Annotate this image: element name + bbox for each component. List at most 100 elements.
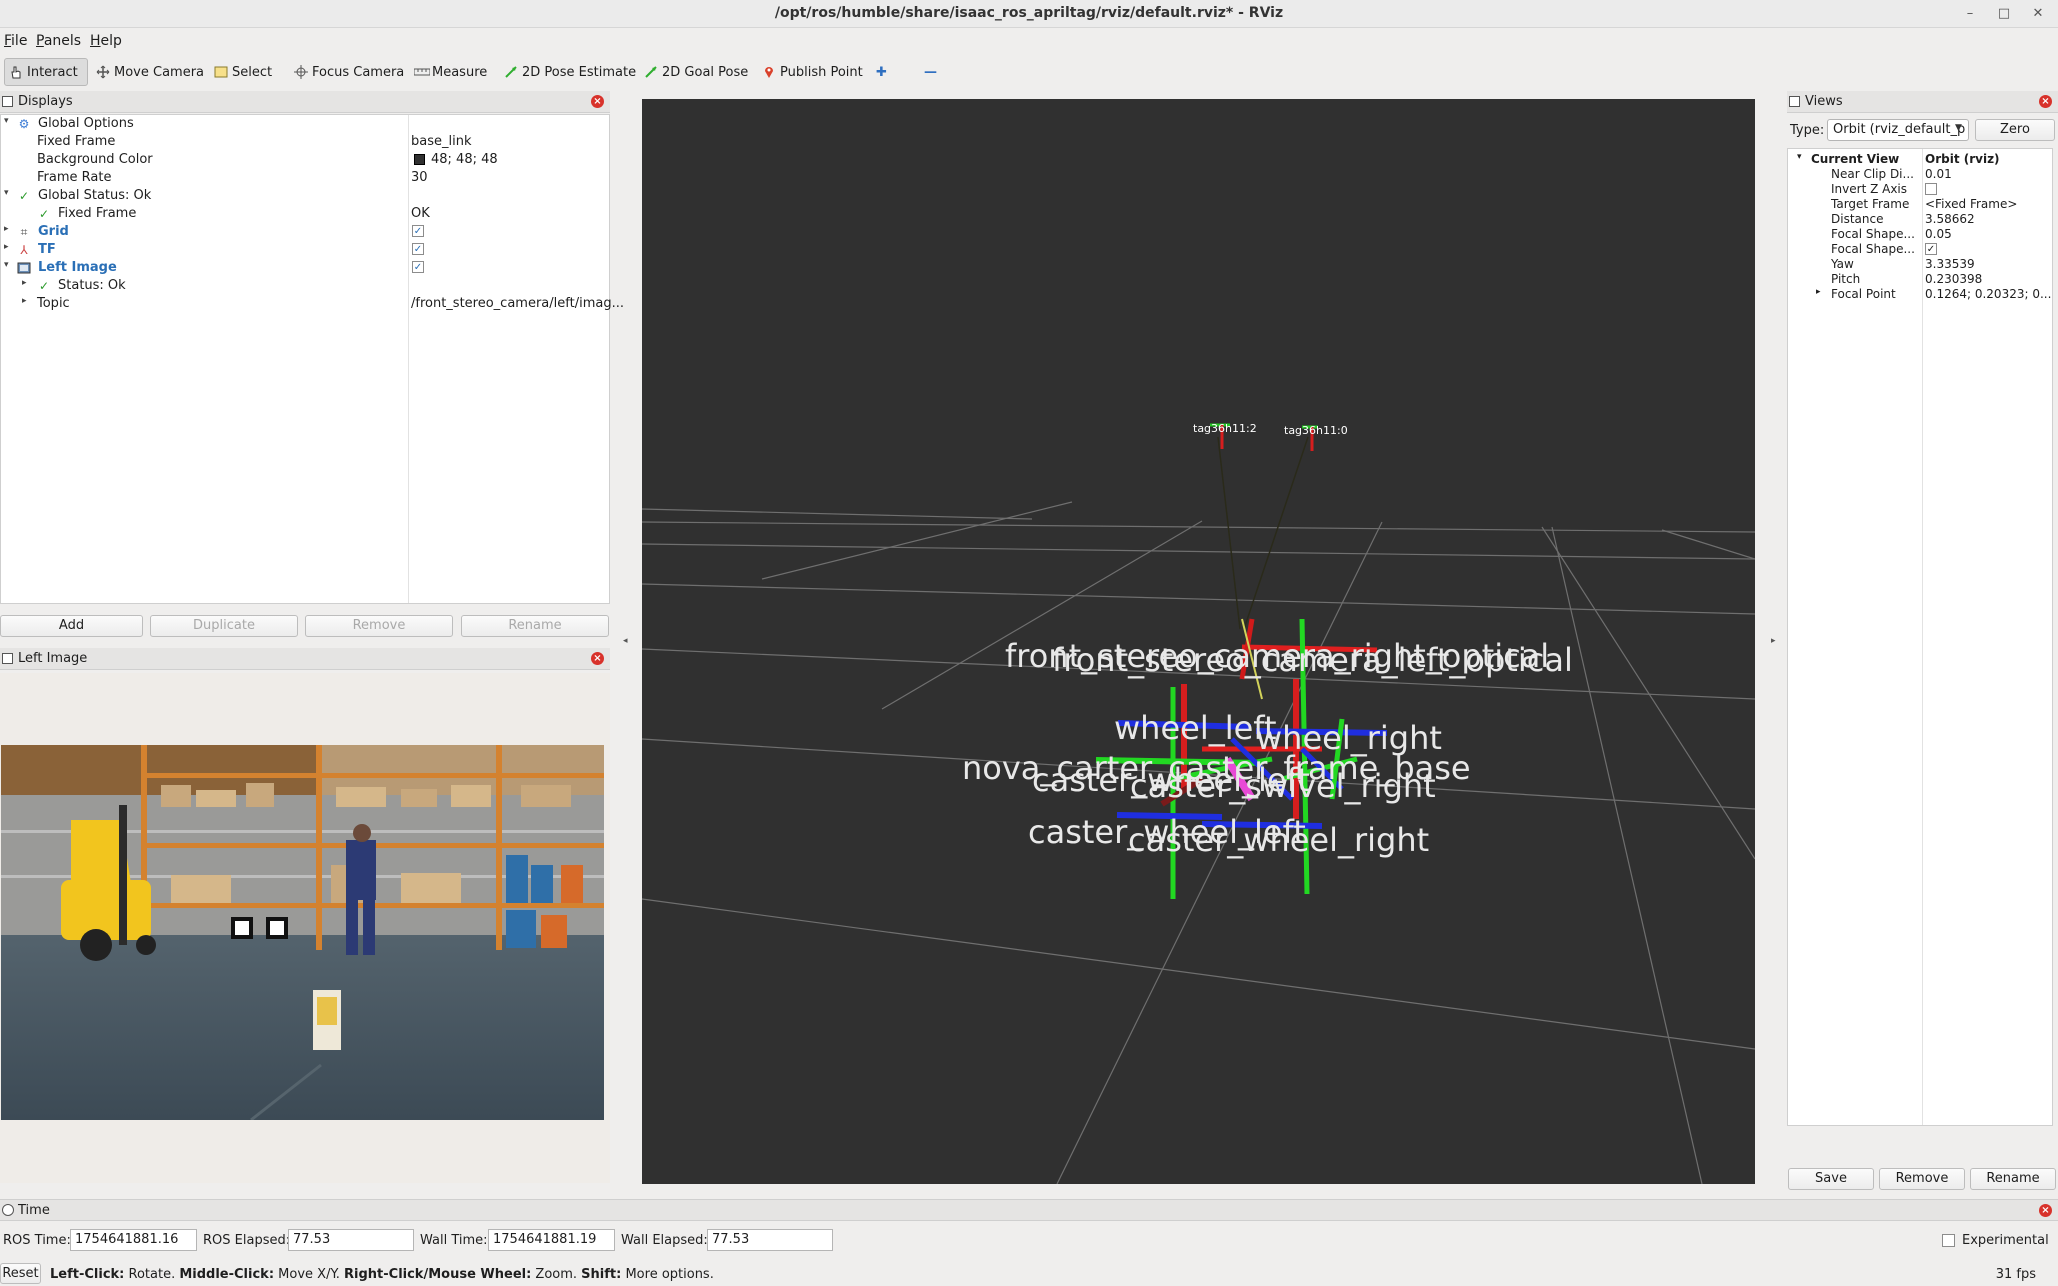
view-type-combo[interactable]: Orbit (rviz_default_p: [1827, 119, 1969, 141]
fixed-frame-value[interactable]: base_link: [411, 134, 471, 149]
status-fixed-frame-key: Fixed Frame: [58, 206, 137, 221]
collapsed-arrow-icon[interactable]: ▸: [22, 296, 27, 306]
wall-elapsed-field[interactable]: 77.53: [707, 1229, 833, 1251]
tag-label: tag36h11:0: [1284, 424, 1348, 437]
save-view-button[interactable]: Save: [1788, 1168, 1874, 1190]
close-panel-icon[interactable]: ×: [591, 95, 604, 108]
focal-shape-checkbox[interactable]: ✓: [1925, 243, 1937, 255]
measure-tool[interactable]: Measure: [410, 58, 491, 86]
close-window-button[interactable]: ✕: [2028, 4, 2048, 24]
tree-row-status-fixed-frame[interactable]: ✓ Fixed Frame OK: [1, 205, 609, 223]
color-swatch[interactable]: [414, 154, 425, 165]
view-prop-value[interactable]: <Fixed Frame>: [1925, 197, 2017, 211]
rename-display-button[interactable]: Rename: [461, 615, 609, 637]
experimental-checkbox[interactable]: [1942, 1234, 1955, 1247]
publish-point-tool[interactable]: Publish Point: [758, 58, 867, 86]
topic-value[interactable]: /front_stereo_camera/left/imag...: [411, 296, 624, 311]
view-prop-value[interactable]: 0.01: [1925, 167, 1952, 181]
expanded-arrow-icon[interactable]: ▾: [4, 260, 9, 270]
frame-label: caster_swivel_right: [1130, 767, 1436, 805]
tree-row-left-image[interactable]: ▾ Left Image ✓: [1, 259, 609, 277]
tree-row-tf[interactable]: ▸ ⅄ TF ✓: [1, 241, 609, 259]
view-prop-value[interactable]: 0.230398: [1925, 272, 1982, 286]
add-display-button[interactable]: Add: [0, 615, 143, 637]
frame-rate-value[interactable]: 30: [411, 170, 428, 185]
focus-camera-tool[interactable]: Focus Camera: [290, 58, 408, 86]
remove-view-button[interactable]: Remove: [1879, 1168, 1965, 1190]
view-prop-row[interactable]: ▸ Focal Point 0.1264; 0.20323; 0...: [1788, 287, 2052, 302]
left-image-enabled-checkbox[interactable]: ✓: [412, 261, 424, 273]
tree-row-frame-rate[interactable]: Frame Rate 30: [1, 169, 609, 187]
expanded-arrow-icon[interactable]: ▾: [4, 116, 9, 126]
image-panel-title: Left Image: [18, 651, 88, 666]
view-prop-row[interactable]: Target Frame <Fixed Frame>: [1788, 197, 2052, 212]
move-camera-tool[interactable]: Move Camera: [92, 58, 208, 86]
ros-elapsed-field[interactable]: 77.53: [288, 1229, 414, 1251]
collapse-right-arrow-icon[interactable]: ▸: [1771, 636, 1776, 646]
remove-tool-button[interactable]: —: [920, 58, 941, 86]
view-prop-key: Distance: [1831, 212, 1884, 226]
collapsed-arrow-icon[interactable]: ▸: [1816, 287, 1821, 297]
add-tool-button[interactable]: ✚: [872, 58, 891, 86]
current-view-row[interactable]: ▾ Current View Orbit (rviz): [1788, 152, 2052, 167]
view-prop-row[interactable]: Yaw 3.33539: [1788, 257, 2052, 272]
view-prop-key: Invert Z Axis: [1831, 182, 1908, 196]
menu-file[interactable]: File: [4, 33, 27, 49]
view-prop-key: Yaw: [1831, 257, 1854, 271]
menu-panels[interactable]: Panels: [36, 33, 81, 49]
view-prop-row[interactable]: Focal Shape... ✓: [1788, 242, 2052, 257]
view-prop-value[interactable]: 3.33539: [1925, 257, 1975, 271]
view-prop-row[interactable]: Invert Z Axis: [1788, 182, 2052, 197]
collapsed-arrow-icon[interactable]: ▸: [4, 224, 9, 234]
window-titlebar: /opt/ros/humble/share/isaac_ros_apriltag…: [0, 0, 2058, 28]
view-prop-row[interactable]: Near Clip Di... 0.01: [1788, 167, 2052, 182]
view-prop-row[interactable]: Pitch 0.230398: [1788, 272, 2052, 287]
maximize-button[interactable]: □: [1994, 4, 2014, 24]
tree-row-background-color[interactable]: Background Color 48; 48; 48: [1, 151, 609, 169]
wall-time-field[interactable]: 1754641881.19: [488, 1229, 615, 1251]
3d-scene[interactable]: tag36h11:2 tag36h11:0 front_stereo_camer…: [642, 99, 1755, 1184]
check-icon: ✓: [18, 189, 30, 203]
expanded-arrow-icon[interactable]: ▾: [1797, 152, 1802, 162]
invert-z-checkbox[interactable]: [1925, 183, 1937, 195]
zero-view-button[interactable]: Zero: [1975, 119, 2055, 141]
close-panel-icon[interactable]: ×: [591, 652, 604, 665]
goal-pose-tool[interactable]: 2D Goal Pose: [640, 58, 752, 86]
time-values-row: ROS Time: 1754641881.16 ROS Elapsed: 77.…: [0, 1228, 2058, 1254]
render-3d-viewport[interactable]: tag36h11:2 tag36h11:0 front_stereo_camer…: [642, 99, 1755, 1184]
duplicate-display-button[interactable]: Duplicate: [150, 615, 298, 637]
select-tool[interactable]: Select: [210, 58, 276, 86]
interact-tool[interactable]: Interact: [4, 58, 88, 86]
collapse-left-arrow-icon[interactable]: ◂: [623, 636, 628, 646]
minimize-button[interactable]: –: [1960, 4, 1980, 24]
tree-row-fixed-frame[interactable]: Fixed Frame base_link: [1, 133, 609, 151]
ros-time-field[interactable]: 1754641881.16: [70, 1229, 197, 1251]
reset-button[interactable]: Reset: [0, 1263, 41, 1284]
dropdown-arrow-icon[interactable]: ▼: [1955, 123, 1962, 133]
view-prop-value[interactable]: 3.58662: [1925, 212, 1975, 226]
background-color-value[interactable]: 48; 48; 48: [431, 152, 498, 167]
tf-enabled-checkbox[interactable]: ✓: [412, 243, 424, 255]
tree-row-global-status[interactable]: ▾ ✓ Global Status: Ok: [1, 187, 609, 205]
view-prop-value[interactable]: 0.05: [1925, 227, 1952, 241]
view-prop-value[interactable]: 0.1264; 0.20323; 0...: [1925, 287, 2051, 301]
tree-row-global-options[interactable]: ▾ ⚙ Global Options: [1, 115, 609, 133]
menu-help[interactable]: Help: [90, 33, 122, 49]
rename-view-button[interactable]: Rename: [1970, 1168, 2056, 1190]
wall-time-label: Wall Time:: [420, 1233, 488, 1248]
close-panel-icon[interactable]: ×: [2039, 1204, 2052, 1217]
tree-row-topic[interactable]: ▸ Topic /front_stereo_camera/left/imag..…: [1, 295, 624, 313]
view-prop-row[interactable]: Distance 3.58662: [1788, 212, 2052, 227]
collapsed-arrow-icon[interactable]: ▸: [4, 242, 9, 252]
panel-dock-icon: [2, 96, 13, 107]
remove-display-button[interactable]: Remove: [305, 615, 453, 637]
grid-enabled-checkbox[interactable]: ✓: [412, 225, 424, 237]
expanded-arrow-icon[interactable]: ▾: [4, 188, 9, 198]
view-prop-row[interactable]: Focal Shape... 0.05: [1788, 227, 2052, 242]
tree-row-grid[interactable]: ▸ ⌗ Grid ✓: [1, 223, 609, 241]
select-box-icon: [214, 65, 228, 79]
tree-row-left-image-status[interactable]: ▸ ✓ Status: Ok: [1, 277, 609, 295]
close-panel-icon[interactable]: ×: [2039, 95, 2052, 108]
pose-estimate-tool[interactable]: 2D Pose Estimate: [500, 58, 640, 86]
collapsed-arrow-icon[interactable]: ▸: [22, 278, 27, 288]
